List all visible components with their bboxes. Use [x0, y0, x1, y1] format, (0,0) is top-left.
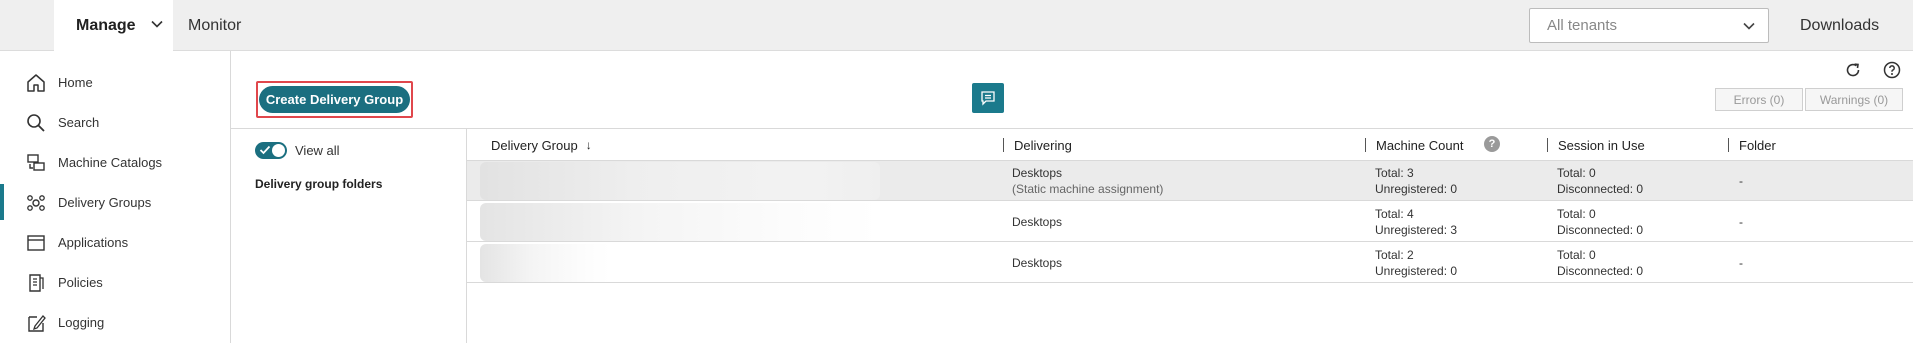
column-divider — [1728, 138, 1729, 152]
column-divider — [1547, 138, 1548, 152]
sidebar-item-label: Machine Catalogs — [58, 154, 163, 170]
errors-button[interactable]: Errors (0) — [1715, 88, 1803, 111]
sort-descending-icon: ↓ — [585, 138, 592, 152]
sidebar-item-label: Policies — [58, 274, 103, 290]
session-total: Total: 0 — [1557, 248, 1596, 262]
sidebar-item-label: Applications — [58, 234, 129, 250]
table-row[interactable]: Desktops (Static machine assignment) Tot… — [467, 161, 1913, 201]
delivering-value: Desktops — [1012, 215, 1063, 229]
folder-cell: - — [1739, 215, 1743, 229]
sidebar-item-machine-catalogs[interactable]: Machine Catalogs — [0, 142, 230, 182]
sidebar-item-applications[interactable]: Applications — [0, 222, 230, 262]
folder-cell: - — [1739, 256, 1743, 270]
applications-icon — [27, 235, 45, 251]
help-icon[interactable] — [1883, 61, 1901, 79]
machine-unregistered: Unregistered: 0 — [1375, 182, 1458, 196]
column-header-folder[interactable]: Folder — [1739, 129, 1776, 161]
logging-icon — [28, 315, 46, 332]
chat-icon — [981, 91, 995, 106]
delivering-value: Desktops — [1012, 166, 1063, 180]
tab-monitor[interactable]: Monitor — [188, 0, 241, 51]
machine-count-cell: Total: 2 Unregistered: 0 — [1375, 247, 1457, 279]
delivering-cell: Desktops — [1012, 214, 1062, 230]
delivery-group-name-redacted — [480, 162, 880, 200]
delivering-subtext: (Static machine assignment) — [1012, 182, 1164, 196]
warnings-button[interactable]: Warnings (0) — [1805, 88, 1903, 111]
folder-panel — [231, 129, 467, 343]
column-header-label: Delivery Group — [491, 137, 578, 153]
column-header-label: Machine Count — [1376, 137, 1464, 153]
column-header-delivery-group[interactable]: Delivery Group ↓ — [491, 129, 592, 161]
folder-cell: - — [1739, 174, 1743, 188]
tab-manage-label: Manage — [76, 16, 136, 34]
delivering-value: Desktops — [1012, 256, 1063, 270]
machine-total: Total: 3 — [1375, 166, 1414, 180]
home-icon — [27, 74, 45, 92]
sidebar-item-delivery-groups[interactable]: Delivery Groups — [0, 182, 230, 222]
column-divider — [1003, 138, 1004, 152]
tab-manage[interactable]: Manage — [54, 0, 173, 51]
session-disconnected: Disconnected: 0 — [1557, 223, 1644, 237]
tenant-select[interactable]: All tenants — [1529, 8, 1769, 43]
column-header-machine-count[interactable]: Machine Count — [1376, 129, 1463, 161]
machine-count-cell: Total: 3 Unregistered: 0 — [1375, 165, 1457, 197]
column-header-label: Folder — [1739, 137, 1776, 153]
column-header-label: Delivering — [1014, 137, 1072, 153]
sidebar-item-label: Home — [58, 74, 93, 90]
view-all-label: View all — [295, 143, 340, 158]
sidebar-item-label: Logging — [58, 314, 105, 330]
search-icon — [27, 114, 45, 132]
sidebar-item-label: Search — [58, 114, 100, 130]
column-header-delivering[interactable]: Delivering — [1014, 129, 1072, 161]
table-header: Delivery Group ↓ Delivering Machine Coun… — [467, 129, 1913, 161]
machine-unregistered: Unregistered: 3 — [1375, 223, 1458, 237]
session-cell: Total: 0 Disconnected: 0 — [1557, 247, 1643, 279]
sidebar-item-logging[interactable]: Logging — [0, 302, 230, 342]
tenant-select-placeholder: All tenants — [1547, 17, 1618, 34]
folders-title: Delivery group folders — [255, 177, 383, 191]
machine-count-cell: Total: 4 Unregistered: 3 — [1375, 206, 1457, 238]
column-header-session-in-use[interactable]: Session in Use — [1558, 129, 1645, 161]
sidebar: Home Search Machine Catalogs Delivery Gr… — [0, 51, 231, 343]
machine-total: Total: 4 — [1375, 207, 1414, 221]
tab-monitor-label: Monitor — [188, 16, 242, 34]
delivering-cell: Desktops (Static machine assignment) — [1012, 165, 1163, 197]
sidebar-item-home[interactable]: Home — [0, 62, 230, 102]
machine-total: Total: 2 — [1375, 248, 1414, 262]
check-icon — [259, 145, 271, 155]
session-disconnected: Disconnected: 0 — [1557, 182, 1644, 196]
session-cell: Total: 0 Disconnected: 0 — [1557, 165, 1643, 197]
session-total: Total: 0 — [1557, 166, 1596, 180]
column-header-label: Session in Use — [1558, 137, 1645, 153]
downloads-label: Downloads — [1800, 16, 1880, 34]
session-disconnected: Disconnected: 0 — [1557, 264, 1644, 278]
machine-count-info-icon[interactable]: ? — [1484, 136, 1500, 152]
delivering-cell: Desktops — [1012, 255, 1062, 271]
sidebar-item-label: Delivery Groups — [58, 194, 152, 210]
session-cell: Total: 0 Disconnected: 0 — [1557, 206, 1643, 238]
create-delivery-group-button[interactable]: Create Delivery Group — [259, 86, 410, 113]
delivery-group-name-redacted — [480, 244, 610, 282]
chevron-down-icon — [1743, 22, 1755, 30]
column-divider — [1365, 138, 1366, 152]
table-row[interactable]: Desktops Total: 2 Unregistered: 0 Total:… — [467, 243, 1913, 283]
sidebar-item-search[interactable]: Search — [0, 102, 230, 142]
feedback-button[interactable] — [972, 83, 1004, 113]
toggle-knob — [272, 144, 285, 157]
machine-catalogs-icon — [27, 154, 45, 171]
table-row[interactable]: Desktops Total: 4 Unregistered: 3 Total:… — [467, 202, 1913, 242]
machine-unregistered: Unregistered: 0 — [1375, 264, 1458, 278]
delivery-group-name-redacted — [480, 203, 880, 241]
policies-icon — [29, 274, 44, 292]
view-all-toggle[interactable] — [255, 142, 287, 159]
refresh-icon[interactable] — [1844, 61, 1862, 79]
downloads-link[interactable]: Downloads — [1800, 0, 1879, 51]
sidebar-item-policies[interactable]: Policies — [0, 262, 230, 302]
chevron-down-icon — [151, 20, 163, 28]
delivery-groups-icon — [27, 195, 45, 211]
toolbar — [231, 51, 1913, 129]
top-bar: Manage Monitor All tenants Downloads — [0, 0, 1913, 51]
session-total: Total: 0 — [1557, 207, 1596, 221]
